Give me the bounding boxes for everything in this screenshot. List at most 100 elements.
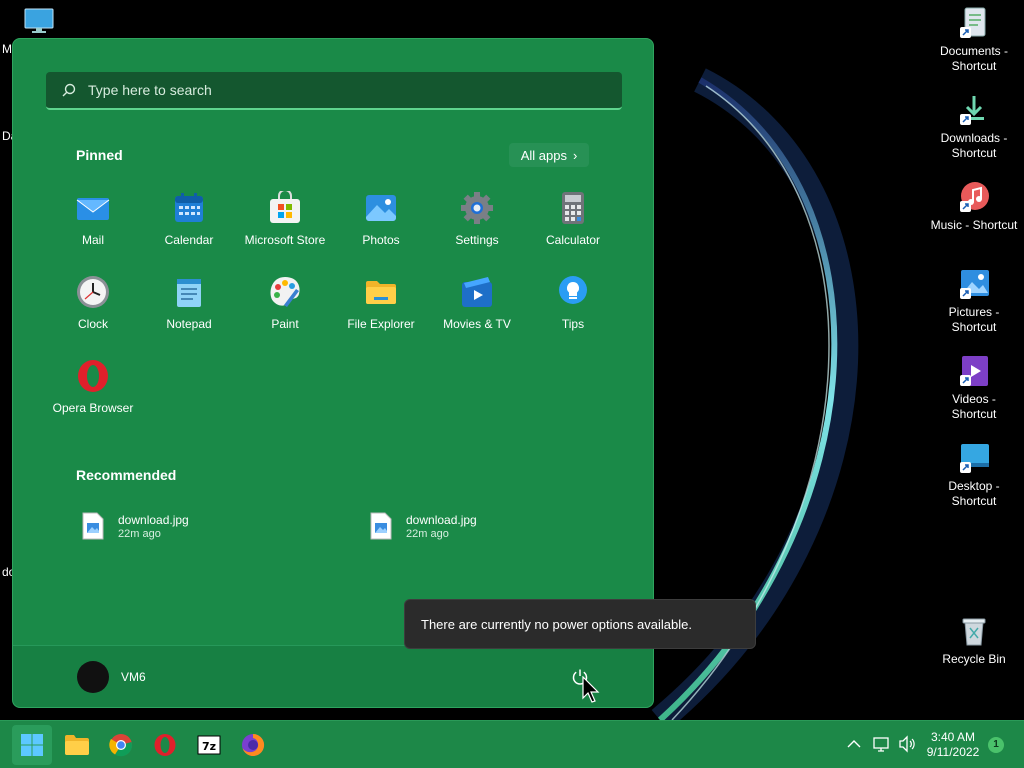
pinned-app-movies-tv[interactable]: Movies & TV: [429, 269, 525, 349]
search-icon: [62, 83, 76, 97]
recycle-bin-icon: [962, 618, 986, 646]
notepad-icon: [177, 279, 201, 307]
pinned-app-label: Opera Browser: [52, 401, 134, 415]
file-name: download.jpg: [118, 513, 189, 527]
search-placeholder: Type here to search: [88, 82, 212, 98]
clock-date: 9/11/2022: [926, 745, 980, 759]
desktop-shortcut-videos[interactable]: Videos - Shortcut: [930, 352, 1018, 439]
pinned-app-label: Tips: [561, 317, 585, 331]
clock-icon: [77, 276, 109, 308]
folder-icon: [366, 281, 396, 304]
recommended-item[interactable]: download.jpg 22m ago: [82, 512, 189, 540]
music-icon: [960, 182, 989, 212]
calendar-icon: [175, 193, 203, 222]
desktop-shortcut-label: Desktop - Shortcut: [948, 479, 1000, 508]
avatar[interactable]: [77, 661, 109, 693]
image-file-icon: [370, 512, 392, 540]
monitor-icon[interactable]: [24, 8, 54, 34]
desktop-shortcut-music[interactable]: Music - Shortcut: [930, 178, 1018, 265]
all-apps-label: All apps: [520, 147, 567, 163]
pinned-app-settings[interactable]: Settings: [429, 185, 525, 265]
desktop-label-partial[interactable]: M: [2, 42, 12, 56]
desktop-icons: Documents - Shortcut Downloads - Shortcu…: [930, 4, 1018, 526]
pinned-app-opera[interactable]: Opera Browser: [45, 353, 141, 433]
recommended-item[interactable]: download.jpg 22m ago: [370, 512, 477, 540]
all-apps-button[interactable]: All apps ›: [509, 143, 589, 167]
file-time: 22m ago: [118, 528, 161, 540]
pinned-app-notepad[interactable]: Notepad: [141, 269, 237, 349]
store-icon: [270, 191, 300, 223]
chevron-right-icon: ›: [572, 147, 578, 163]
windows-logo-icon: [21, 734, 43, 756]
taskbar-firefox[interactable]: [233, 725, 273, 765]
documents-icon: [960, 7, 986, 38]
search-input[interactable]: Type here to search: [46, 72, 622, 110]
opera-icon: [154, 734, 176, 756]
mail-icon: [76, 198, 110, 220]
taskbar-7zip[interactable]: 7z: [189, 725, 229, 765]
volume-icon[interactable]: [898, 735, 916, 753]
photos-icon: [366, 195, 396, 221]
recycle-bin-label: Recycle Bin: [942, 652, 1006, 666]
pinned-app-photos[interactable]: Photos: [333, 185, 429, 265]
pinned-app-calculator[interactable]: Calculator: [525, 185, 621, 265]
tips-icon: [559, 276, 587, 304]
desktop-shortcut-documents[interactable]: Documents - Shortcut: [930, 4, 1018, 91]
movies-icon: [462, 277, 492, 307]
start-button[interactable]: [12, 725, 52, 765]
pinned-app-file-explorer[interactable]: File Explorer: [333, 269, 429, 349]
taskbar-chrome[interactable]: [101, 725, 141, 765]
notification-badge[interactable]: 1: [988, 737, 1004, 753]
gear-icon: [461, 192, 493, 224]
pinned-app-label: Settings: [455, 233, 499, 247]
paint-icon: [270, 277, 300, 307]
recommended-item-text: download.jpg 22m ago: [118, 512, 189, 540]
pinned-app-label: File Explorer: [347, 317, 415, 331]
pinned-app-label: Movies & TV: [443, 317, 511, 331]
file-name: download.jpg: [406, 513, 477, 527]
system-clock[interactable]: 3:40 AM 9/11/2022: [920, 730, 986, 760]
desktop-recycle-bin[interactable]: Recycle Bin: [930, 612, 1018, 699]
opera-icon: [78, 360, 108, 392]
pinned-app-label: Photos: [362, 233, 400, 247]
pinned-app-label: Calculator: [545, 233, 601, 247]
pinned-app-label: Paint: [271, 317, 299, 331]
desktop-shortcut-label: Videos - Shortcut: [951, 392, 997, 421]
pinned-app-mail[interactable]: Mail: [45, 185, 141, 265]
7zip-icon: 7z: [197, 735, 221, 755]
downloads-icon: [960, 96, 984, 125]
recommended-title: Recommended: [76, 467, 177, 483]
pinned-app-label: Microsoft Store: [244, 233, 326, 247]
desktop-shortcut-label: Pictures - Shortcut: [948, 305, 1000, 334]
chevron-up-icon[interactable]: [845, 735, 863, 753]
taskbar: 7z 3:40 AM 9/11/2022 1: [0, 720, 1024, 768]
pictures-icon: [960, 270, 989, 299]
mouse-cursor: [582, 676, 600, 703]
pinned-app-label: Mail: [81, 233, 104, 247]
network-icon[interactable]: [873, 735, 891, 753]
taskbar-file-explorer[interactable]: [57, 725, 97, 765]
folder-icon: [65, 735, 89, 755]
desktop-shortcut-downloads[interactable]: Downloads - Shortcut: [930, 91, 1018, 178]
file-time: 22m ago: [406, 528, 449, 540]
calculator-icon: [562, 192, 584, 224]
pinned-app-microsoft-store[interactable]: Microsoft Store: [237, 185, 333, 265]
pinned-app-tips[interactable]: Tips: [525, 269, 621, 349]
svg-text:7z: 7z: [202, 740, 216, 753]
desktop-shortcut-pictures[interactable]: Pictures - Shortcut: [930, 265, 1018, 352]
chrome-icon: [109, 734, 133, 757]
desktop-shortcut-label: Documents - Shortcut: [939, 44, 1009, 73]
pinned-app-paint[interactable]: Paint: [237, 269, 333, 349]
pinned-app-label: Notepad: [166, 317, 212, 331]
start-menu-footer: VM6: [13, 645, 653, 707]
desktop-shortcut-desktop[interactable]: Desktop - Shortcut: [930, 439, 1018, 526]
tooltip-text: There are currently no power options ava…: [421, 616, 692, 632]
pinned-app-clock[interactable]: Clock: [45, 269, 141, 349]
pinned-title: Pinned: [76, 147, 123, 163]
user-name[interactable]: VM6: [121, 670, 146, 684]
recommended-item-text: download.jpg 22m ago: [406, 512, 477, 540]
desktop-icon: [960, 444, 989, 473]
taskbar-opera[interactable]: [145, 725, 185, 765]
pinned-app-calendar[interactable]: Calendar: [141, 185, 237, 265]
power-tooltip: There are currently no power options ava…: [404, 599, 756, 649]
